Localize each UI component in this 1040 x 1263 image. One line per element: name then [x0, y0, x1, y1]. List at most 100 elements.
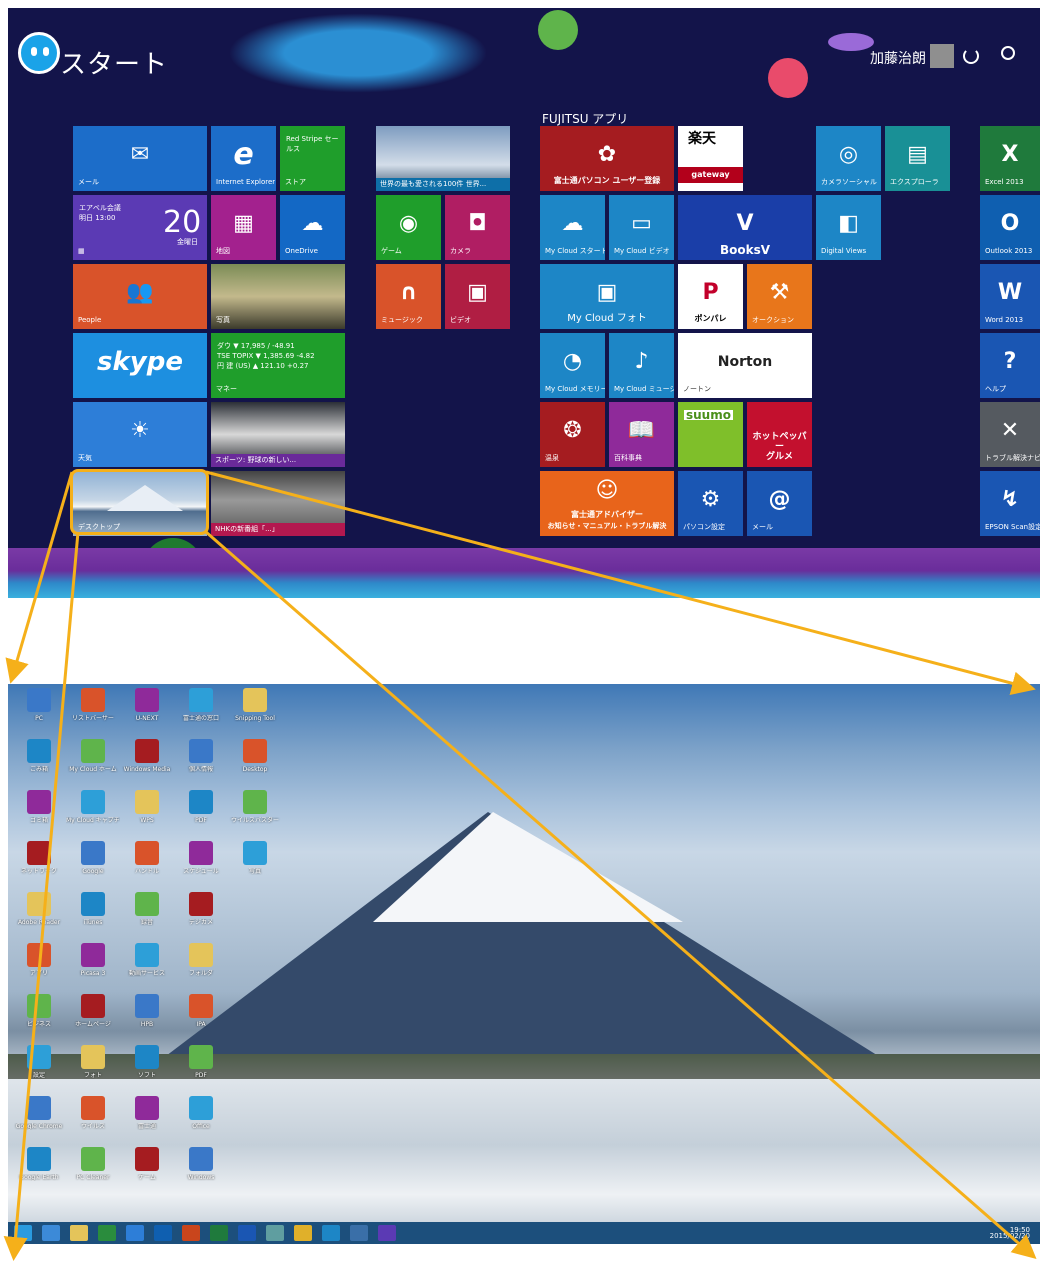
desktop-icon[interactable]: Google Chrome [12, 1096, 66, 1130]
tile-onedrive[interactable]: ☁ OneDrive [280, 195, 345, 260]
desktop-icon[interactable]: My Cloud ホーム [66, 739, 120, 773]
tile-epson-scan[interactable]: ↯ EPSON Scan設定 [980, 471, 1040, 536]
desktop-icon[interactable]: ゲーム [120, 1147, 174, 1181]
desktop-icon[interactable]: Windows [174, 1147, 228, 1181]
tile-mail-tool[interactable]: @ メール [747, 471, 812, 536]
tile-maps[interactable]: ▦ 地図 [211, 195, 276, 260]
desktop-icon[interactable]: スケジュール [174, 841, 228, 875]
powerpoint-taskbar-icon[interactable] [182, 1225, 200, 1241]
tile-fujitsu-advisor[interactable]: ☺ 富士通アドバイザー お知らせ・マニュアル・トラブル解決 [540, 471, 674, 536]
tile-onsen[interactable]: ❂ 温泉 [540, 402, 605, 467]
tile-mycloud-memory[interactable]: ◔ My Cloud メモリー [540, 333, 605, 398]
tile-outlook[interactable]: O Outlook 2013 [980, 195, 1040, 260]
tile-mycloud-video[interactable]: ▭ My Cloud ビデオ [609, 195, 674, 260]
tile-weather[interactable]: ☀ 天気 [73, 402, 207, 467]
system-tray-clock[interactable]: 19:50 2015/02/20 [990, 1227, 1030, 1240]
tile-camera-social[interactable]: ◎ カメラソーシャル [816, 126, 881, 191]
tile-photos[interactable]: 写真 [211, 264, 345, 329]
media-taskbar-icon[interactable] [350, 1225, 368, 1241]
desktop-icon[interactable]: ホームページ [66, 994, 120, 1028]
desktop-icon[interactable]: 個人情報 [174, 739, 228, 773]
tile-skype[interactable]: skype [73, 333, 207, 398]
desktop-icon[interactable]: Google Earth [12, 1147, 66, 1181]
desktop-icon[interactable]: Picasa 3 [66, 943, 120, 977]
tile-internet-explorer[interactable]: e Internet Explorer [211, 126, 276, 191]
tile-store[interactable]: Red Stripe セールス ストア [280, 126, 345, 191]
desktop-icon[interactable]: ハンドル [120, 841, 174, 875]
tile-ponpare[interactable]: P ポンパレ [678, 264, 743, 329]
tile-fujitsu-registration[interactable]: ✿ 富士通パソコン ユーザー登録 [540, 126, 674, 191]
tile-booksv[interactable]: V BooksV [678, 195, 812, 260]
user-name[interactable]: 加藤治朗 [870, 48, 926, 68]
tile-explorer[interactable]: ▤ エクスプローラ [885, 126, 950, 191]
tile-help[interactable]: ? ヘルプ [980, 333, 1040, 398]
power-icon[interactable] [963, 48, 979, 64]
tile-excel[interactable]: X Excel 2013 [980, 126, 1040, 191]
tile-mycloud-music[interactable]: ♪ My Cloud ミュージック [609, 333, 674, 398]
desktop-icon[interactable]: PC Cleaner [66, 1147, 120, 1181]
tile-sports[interactable]: スポーツ: 野球の新しい... [211, 402, 345, 467]
user-avatar-icon[interactable] [930, 44, 954, 68]
desktop-icon[interactable]: U-NEXT [120, 688, 174, 722]
tile-auction[interactable]: ⚒ オークション [747, 264, 812, 329]
settings-taskbar-icon[interactable] [378, 1225, 396, 1241]
desktop-icon[interactable]: Adobe Reader [12, 892, 66, 926]
tile-camera[interactable]: ◘ カメラ [445, 195, 510, 260]
tile-mycloud-photo[interactable]: ▣ My Cloud フォト [540, 264, 674, 329]
desktop-icon[interactable]: リストバーサー [66, 688, 120, 722]
desktop-icon[interactable]: フォルダ [174, 943, 228, 977]
chrome-taskbar-icon[interactable] [294, 1225, 312, 1241]
desktop-icon[interactable]: 録音 [120, 892, 174, 926]
desktop-icon[interactable]: ゴミ箱 [12, 790, 66, 824]
tile-mycloud-start[interactable]: ☁ My Cloud スタート [540, 195, 605, 260]
tile-hotpepper[interactable]: ホットペッパー グルメ [747, 402, 812, 467]
desktop-icon[interactable]: Google [66, 841, 120, 875]
desktop-icon[interactable]: 動画サービス [120, 943, 174, 977]
tile-encyclopedia[interactable]: 📖 百科事典 [609, 402, 674, 467]
tile-word[interactable]: W Word 2013 [980, 264, 1040, 329]
tile-games[interactable]: ◉ ゲーム [376, 195, 441, 260]
desktop-icon[interactable]: PC [12, 688, 66, 722]
desktop-icon[interactable]: ウイルス [66, 1096, 120, 1130]
desktop-icon[interactable]: PDF [174, 1045, 228, 1079]
tile-people[interactable]: 👥 People [73, 264, 207, 329]
explorer-taskbar-icon[interactable] [70, 1225, 88, 1241]
cloud-taskbar-icon[interactable] [322, 1225, 340, 1241]
desktop-icon[interactable]: フォト [66, 1045, 120, 1079]
desktop-icon[interactable]: ウイルスバスター [228, 790, 282, 824]
tile-news[interactable]: 世界の最も愛される100件 世界... [376, 126, 510, 191]
desktop-icon[interactable]: Office [174, 1096, 228, 1130]
desktop-icon[interactable]: My Cloud キャプチャ [66, 790, 120, 824]
desktop-icon[interactable]: Windows Media [120, 739, 174, 773]
tile-mail[interactable]: ✉ メール [73, 126, 207, 191]
tile-calendar[interactable]: エアベル会議 明日 13:00 20 金曜日 ▦ [73, 195, 207, 260]
group-title-fujitsu[interactable]: FUJITSU アプリ [542, 110, 628, 127]
tile-suumo[interactable]: suumo [678, 402, 743, 467]
mail-taskbar-icon[interactable] [126, 1225, 144, 1241]
tile-tools[interactable]: ✕ トラブル解決ナビ [980, 402, 1040, 467]
tile-news-video[interactable]: NHKの新番組「...」 [211, 471, 345, 536]
tile-music[interactable]: ∩ ミュージック [376, 264, 441, 329]
desktop-icon[interactable]: ネットワーク [12, 841, 66, 875]
desktop-icon[interactable]: ソフト [120, 1045, 174, 1079]
app-taskbar-icon[interactable] [266, 1225, 284, 1241]
desktop-icon[interactable]: アプリ [12, 943, 66, 977]
outlook-taskbar-icon[interactable] [154, 1225, 172, 1241]
desktop-icon[interactable]: ビジネス [12, 994, 66, 1028]
desktop-icon[interactable]: HPB [120, 994, 174, 1028]
tile-rakuten[interactable]: 楽天 gateway [678, 126, 743, 191]
desktop-icon[interactable]: PDF [174, 790, 228, 824]
desktop-icon[interactable]: Desktop [228, 739, 282, 773]
word-taskbar-icon[interactable] [238, 1225, 256, 1241]
ie-taskbar-icon[interactable] [42, 1225, 60, 1241]
excel-taskbar-icon[interactable] [210, 1225, 228, 1241]
tile-norton[interactable]: Norton ノートン [678, 333, 812, 398]
tile-video[interactable]: ▣ ビデオ [445, 264, 510, 329]
tile-digital-views[interactable]: ◧ Digital Views [816, 195, 881, 260]
search-icon[interactable] [1001, 46, 1015, 60]
desktop-icon[interactable]: 写真 [228, 841, 282, 875]
start-button-icon[interactable] [14, 1225, 32, 1241]
tile-finance[interactable]: ダウ ▼ 17,985 / -48.91 TSE TOPIX ▼ 1,385.6… [211, 333, 345, 398]
store-taskbar-icon[interactable] [98, 1225, 116, 1241]
desktop-icon[interactable]: ごみ箱 [12, 739, 66, 773]
